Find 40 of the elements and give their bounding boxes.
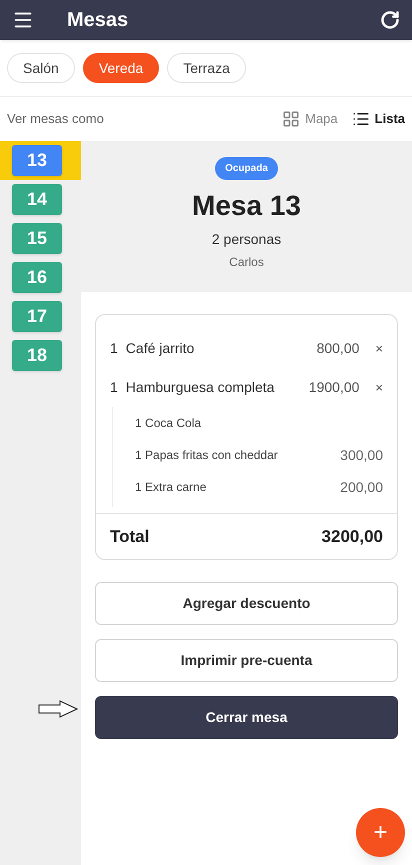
table-button[interactable]: 13 <box>12 145 62 176</box>
modifier-price: 300,00 <box>340 446 383 464</box>
table-button[interactable]: 17 <box>12 301 62 332</box>
table-button[interactable]: 15 <box>12 223 62 254</box>
refresh-icon[interactable] <box>380 10 400 30</box>
modifier-text: 1 Coca Cola <box>135 415 202 432</box>
view-toggle[interactable]: Lista <box>352 109 405 129</box>
item-price: 1900,00 <box>308 378 360 397</box>
table-button[interactable]: 16 <box>12 262 62 293</box>
guest-count: 2 personas <box>212 230 282 249</box>
modifier-price: 200,00 <box>340 478 383 496</box>
item-name: Café jarrito <box>126 339 194 358</box>
grid-icon <box>282 110 300 128</box>
item-quantity: 1 <box>110 378 118 397</box>
modifier-text: 1 Extra carne <box>135 479 206 496</box>
add-fab[interactable]: + <box>356 808 405 857</box>
zone-tab[interactable]: Vereda <box>82 53 160 83</box>
list-icon <box>352 110 370 128</box>
action-button[interactable]: Imprimir pre-cuenta <box>95 639 398 682</box>
zone-tab[interactable]: Salón <box>7 53 75 83</box>
arrow-icon <box>38 700 78 718</box>
item-name: Hamburguesa completa <box>126 378 274 397</box>
modifier-text: 1 Papas fritas con cheddar <box>135 447 278 464</box>
status-badge: Ocupada <box>215 157 278 180</box>
item-quantity: 1 <box>110 339 118 358</box>
total-amount: 3200,00 <box>322 526 383 548</box>
action-button[interactable]: Agregar descuento <box>95 582 398 625</box>
view-label: Ver mesas como <box>7 110 104 128</box>
waiter-name: Carlos <box>229 254 264 271</box>
item-price: 800,00 <box>316 339 360 358</box>
remove-button[interactable]: × <box>375 378 383 398</box>
action-button[interactable]: Cerrar mesa <box>95 696 398 739</box>
table-title: Mesa 13 <box>192 189 301 223</box>
table-button[interactable]: 18 <box>12 340 62 371</box>
app-title: Mesas <box>67 8 128 33</box>
zone-tab[interactable]: Terraza <box>167 53 246 83</box>
total-label: Total <box>110 526 150 548</box>
remove-button[interactable]: × <box>375 338 383 358</box>
table-button[interactable]: 14 <box>12 184 62 215</box>
view-toggle[interactable]: Mapa <box>282 109 338 129</box>
